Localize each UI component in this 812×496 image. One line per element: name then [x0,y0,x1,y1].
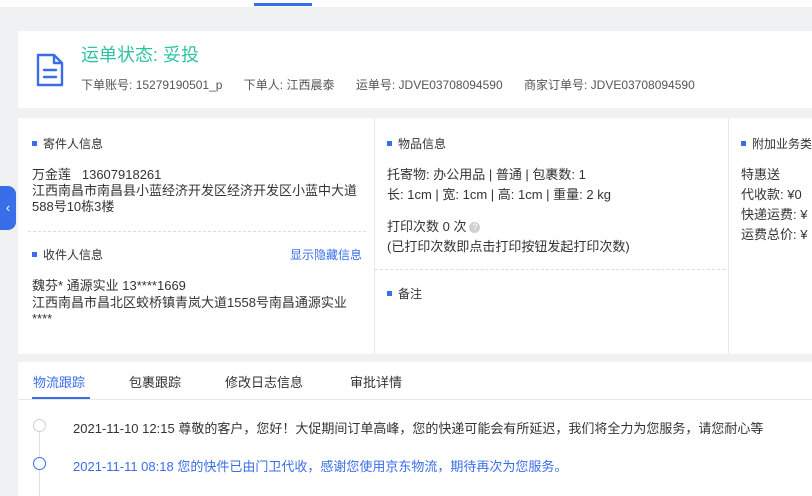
tab-modification-log[interactable]: 修改日志信息 [225,372,303,391]
tab-package-tracking[interactable]: 包裹跟踪 [129,372,181,391]
timeline-message: 您的快件已由门卫代收，感谢您使用京东物流，期待再次为您服务。 [177,459,568,474]
orderer-value: 江西晨泰 [286,78,335,92]
shipment-info-panel: 寄件人信息 万金莲 13607918261 江西南昌市南昌县小蓝经济开发区经济开… [18,118,812,354]
goods-summary: 托寄物: 办公用品 | 普通 | 包裹数: 1 [387,167,586,182]
divider [28,231,366,232]
timeline-time: 2021-11-10 12:15 [73,421,175,436]
waybill-status-title: 运单状态: 妥投 [81,45,200,65]
timeline-entry-current: 2021-11-11 08:18 您的快件已由门卫代收，感谢您使用京东物流，期待… [73,456,567,475]
sender-name: 万金莲 [32,167,72,182]
orderer-label: 下单人: [243,78,284,92]
timeline-message: 尊敬的客户，您好！大促期间订单高峰，您的快递可能会有所延迟，我们将全力为您服务，… [178,421,764,436]
goods-dimensions: 长: 1cm | 宽: 1cm | 高: 1cm | 重量: 2 kg [387,187,611,202]
sender-address: 江西南昌市南昌县小蓝经济开发区经济开发区小蓝中大道588号10栋3楼 [32,183,358,214]
merchant-order-label: 商家订单号: [523,78,588,92]
active-tab-indicator [254,3,312,6]
help-icon[interactable]: ? [469,222,481,234]
timeline-dot [33,419,46,432]
sender-contact: 万金莲 13607918261 [32,164,161,183]
goods-info-column: 物品信息 托寄物: 办公用品 | 普通 | 包裹数: 1 长: 1cm | 宽:… [374,118,726,354]
cod-amount: 代收款: ¥0 [741,187,802,202]
print-count-hint: (已打印次数即点击打印按钮发起打印次数) [387,239,630,254]
remark-section-title: 备注 [387,285,422,302]
party-info-column: 寄件人信息 万金莲 13607918261 江西南昌市南昌县小蓝经济开发区经济开… [18,118,372,354]
top-tab-strip [0,0,812,7]
shipping-fee: 快递运费: ¥ [741,207,808,222]
merchant-order-number: JDVE03708094590 [590,78,695,92]
divider [375,269,725,270]
receiver-contact: 魏芬* 通源实业 13****1669 [32,278,186,293]
account-value: 15279190501_p [135,78,223,92]
show-hidden-info-link[interactable]: 显示隐藏信息 [290,246,362,263]
tracking-tabs: 物流跟踪 包裹跟踪 修改日志信息 审批详情 [18,362,812,400]
waybill-label: 运单号: [355,78,396,92]
tab-logistics-tracking[interactable]: 物流跟踪 [33,372,85,391]
extra-service-type: 特惠送 [741,167,781,182]
timeline-entry: 2021-11-10 12:15 尊敬的客户，您好！大促期间订单高峰，您的快递可… [73,418,763,437]
collapse-panel-button[interactable]: ‹ [0,186,16,230]
receiver-section-title: 收件人信息 [32,246,103,263]
receiver-address: 江西南昌市昌北区蛟桥镇青岚大道1558号南昌通源实业**** [32,295,347,326]
timeline-dot-current [33,457,46,470]
waybill-number: JDVE03708094590 [398,78,503,92]
total-fee: 运费总价: ¥ [741,227,808,242]
extra-service-title: 附加业务类 [741,135,812,152]
print-count: 打印次数 0 次? [387,216,481,235]
document-icon [36,53,64,87]
waybill-header: 运单状态: 妥投 下单账号: 15279190501_p 下单人: 江西晨泰 运… [18,31,812,108]
sender-section-title: 寄件人信息 [32,135,103,152]
goods-section-title: 物品信息 [387,135,446,152]
account-label: 下单账号: [81,78,133,92]
sender-phone: 13607918261 [81,167,162,182]
active-tab-underline [32,397,90,399]
waybill-meta: 下单账号: 15279190501_p 下单人: 江西晨泰 运单号: JDVE0… [81,76,713,93]
chevron-left-icon: ‹ [5,200,11,215]
extra-service-column: 附加业务类 特惠送 代收款: ¥0 快递运费: ¥ 运费总价: ¥ [728,118,812,354]
tab-approval-details[interactable]: 审批详情 [350,372,402,391]
timeline-time: 2021-11-11 08:18 [73,459,174,474]
tracking-panel: 物流跟踪 包裹跟踪 修改日志信息 审批详情 2021-11-10 12:15 尊… [18,362,812,496]
